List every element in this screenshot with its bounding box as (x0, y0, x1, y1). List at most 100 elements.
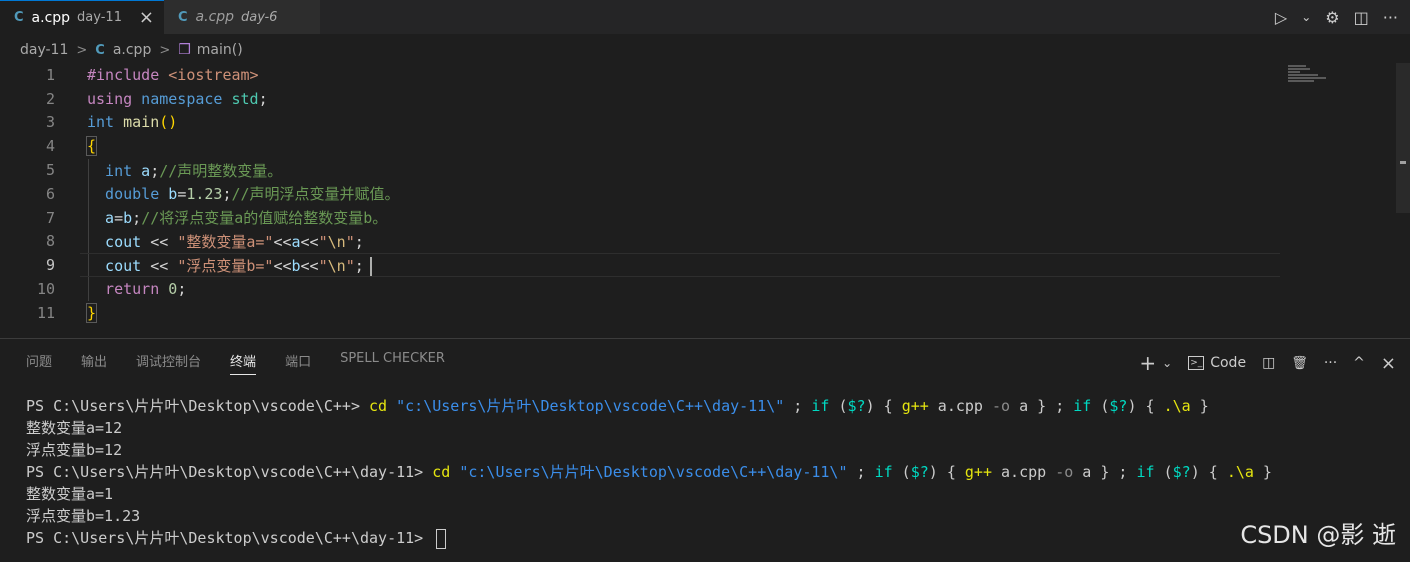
terminal-selector-button[interactable]: >_ Code (1188, 355, 1246, 371)
terminal-output[interactable]: PS C:\Users\片片叶\Desktop\vscode\C++> cd "… (26, 395, 1272, 549)
token: << (300, 232, 319, 251)
minimap[interactable] (1288, 65, 1328, 85)
token: b (291, 256, 301, 275)
line-number: 10 (36, 280, 55, 299)
text-cursor (369, 256, 372, 276)
watermark: CSDN @影 逝 (1240, 521, 1396, 549)
terminal-line: PS C:\Users\片片叶\Desktop\vscode\C++\day-1… (26, 463, 1272, 481)
token: \n (327, 256, 346, 275)
code-editor[interactable]: 1 #include <iostream> 2 using namespace … (0, 63, 1410, 337)
tab-ports[interactable]: 端口 (285, 351, 311, 375)
editor-tab-bar: C a.cpp day-11 × C a.cpp day-6 (0, 0, 1410, 34)
code-line[interactable]: 6 double b=1.23;//声明浮点变量并赋值。 (0, 182, 1410, 206)
code-line[interactable]: 5 int a;//声明整数变量。 (0, 158, 1410, 182)
terminal-cursor (436, 528, 447, 549)
close-panel-icon[interactable]: × (1381, 353, 1396, 374)
chevron-down-icon[interactable]: ⌄ (1301, 10, 1311, 24)
maximize-panel-icon[interactable]: ^ (1353, 355, 1365, 371)
token: << (141, 256, 178, 275)
chevron-right-icon: > (76, 42, 88, 58)
cpp-file-icon: C (178, 9, 188, 25)
token: //声明整数变量。 (159, 161, 283, 180)
trash-icon[interactable]: 🗑 (1291, 356, 1308, 371)
terminal-prompt-line[interactable]: PS C:\Users\片片叶\Desktop\vscode\C++\day-1… (26, 527, 1272, 549)
add-terminal-icon[interactable]: + (1139, 351, 1156, 375)
cpp-file-icon: C (14, 10, 24, 25)
tab-filename: a.cpp (31, 9, 71, 26)
token: return (87, 280, 160, 299)
code-line[interactable]: 2 using namespace std; (0, 87, 1410, 111)
breadcrumb-file[interactable]: a.cpp (113, 42, 152, 58)
token: ; (354, 256, 364, 275)
token: main (114, 113, 160, 132)
code-line[interactable]: 10 return 0; (0, 277, 1410, 301)
code-line[interactable]: 4 { (0, 134, 1410, 158)
token: int (87, 113, 115, 132)
token: = (114, 209, 124, 228)
code-line[interactable]: 11 } (0, 301, 1410, 325)
tab-debug-console[interactable]: 调试控制台 (136, 351, 201, 375)
code-line[interactable]: 7 a=b;//将浮点变量a的值赋给整数变量b。 (0, 206, 1410, 230)
code-line-current[interactable]: 9 cout << "浮点变量b="<<b<<"\n"; (0, 253, 1410, 278)
line-number: 2 (45, 89, 55, 108)
token: << (300, 256, 319, 275)
tab-spell-checker[interactable]: SPELL CHECKER (340, 351, 445, 375)
token: b (123, 209, 133, 228)
token: ; (354, 232, 364, 251)
breadcrumb-folder[interactable]: day-11 (20, 42, 68, 58)
token: a (291, 232, 301, 251)
line-number: 8 (45, 232, 55, 251)
more-actions-icon[interactable]: ··· (1383, 8, 1398, 27)
token: () (159, 113, 178, 132)
tab-a-cpp-day-11[interactable]: C a.cpp day-11 × (0, 0, 164, 34)
line-number: 11 (36, 303, 55, 322)
token: ; (177, 280, 187, 299)
token: #include (87, 65, 160, 84)
line-number: 1 (45, 65, 55, 84)
token: a (87, 209, 115, 228)
terminal-icon: >_ (1188, 356, 1205, 370)
code-line[interactable]: 8 cout << "整数变量a="<<a<<"\n"; (0, 230, 1410, 254)
breadcrumb-symbol[interactable]: main() (197, 42, 243, 58)
editor-scrollbar[interactable] (1396, 63, 1410, 213)
token: " (318, 256, 328, 275)
token: ; (150, 161, 160, 180)
split-terminal-icon[interactable]: ◫ (1262, 355, 1275, 371)
token: ; (222, 185, 232, 204)
close-tab-icon[interactable]: × (139, 8, 154, 27)
token: int (87, 161, 133, 180)
split-editor-icon[interactable]: ◫ (1354, 8, 1369, 27)
run-icon[interactable]: ▷ (1275, 8, 1287, 27)
token: using (87, 89, 133, 108)
token: \n (327, 232, 346, 251)
token: 0 (159, 280, 178, 299)
panel-tab-bar: 问题 输出 调试控制台 终端 端口 SPELL CHECKER (26, 351, 445, 375)
code-line[interactable]: 1 #include <iostream> (0, 63, 1410, 87)
token: 1.23 (186, 185, 223, 204)
panel-actions: + ⌄ >_ Code ◫ 🗑 ··· ^ × (1139, 351, 1396, 375)
terminal-line: 整数变量a=12 (26, 419, 123, 437)
tab-problems[interactable]: 问题 (26, 351, 52, 375)
token: ; (258, 89, 268, 108)
line-number: 6 (45, 184, 55, 203)
gear-icon[interactable]: ⚙ (1325, 8, 1339, 27)
token: //声明浮点变量并赋值。 (231, 185, 400, 204)
token: "浮点变量b=" (177, 256, 274, 275)
terminal-line: PS C:\Users\片片叶\Desktop\vscode\C++> cd "… (26, 397, 1209, 415)
code-line[interactable]: 3 int main() (0, 111, 1410, 135)
line-number: 7 (45, 208, 55, 227)
token: } (85, 302, 98, 323)
token: << (273, 232, 292, 251)
token: namespace (132, 89, 223, 108)
chevron-down-icon[interactable]: ⌄ (1162, 356, 1172, 370)
tab-a-cpp-day-6[interactable]: C a.cpp day-6 (164, 0, 320, 34)
token: <iostream> (159, 65, 259, 84)
tab-terminal[interactable]: 终端 (230, 351, 257, 375)
cpp-file-icon: C (95, 42, 105, 58)
tab-output[interactable]: 输出 (81, 351, 107, 375)
line-number: 5 (45, 161, 55, 180)
more-actions-icon[interactable]: ··· (1324, 355, 1337, 371)
terminal-line: 浮点变量b=12 (26, 441, 123, 459)
token: //将浮点变量a的值赋给整数变量b。 (141, 209, 388, 228)
tab-directory: day-11 (77, 10, 122, 25)
